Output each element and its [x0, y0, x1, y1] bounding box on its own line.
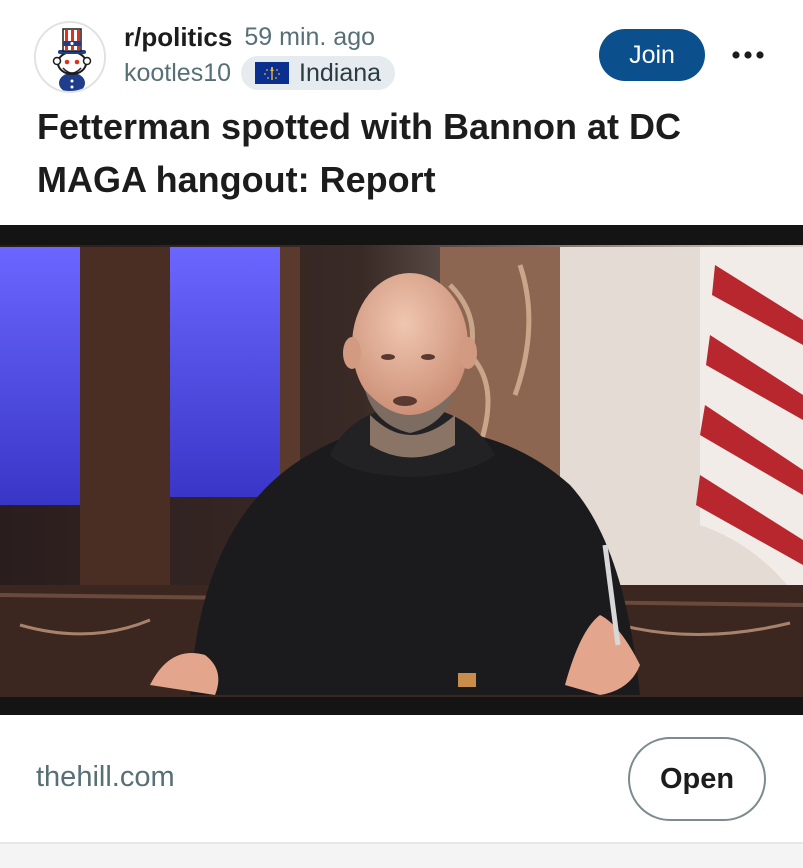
uncle-sam-snoo-icon	[36, 23, 104, 91]
join-button[interactable]: Join	[599, 29, 705, 81]
more-options-icon	[732, 51, 764, 59]
post-header: r/politics 59 min. ago kootles10 Indiana…	[0, 0, 803, 100]
author-line: kootles10 Indiana	[124, 56, 396, 90]
subreddit-avatar[interactable]	[34, 21, 106, 93]
post-title[interactable]: Fetterman spotted with Bannon at DC MAGA…	[37, 100, 757, 206]
post-time: 59 min. ago	[244, 22, 375, 51]
indiana-flag-icon	[255, 62, 290, 84]
post-thumbnail-image[interactable]	[0, 225, 803, 715]
next-post-edge	[0, 844, 803, 868]
more-options-button[interactable]	[725, 38, 771, 72]
subreddit-name[interactable]: r/politics	[124, 22, 232, 53]
open-link-button[interactable]: Open	[628, 737, 766, 821]
link-domain[interactable]: thehill.com	[36, 761, 175, 794]
news-photo	[0, 225, 803, 715]
author-username[interactable]: kootles10	[124, 59, 231, 88]
user-flair: Indiana	[241, 56, 396, 90]
link-preview-row[interactable]: thehill.com Open	[0, 715, 803, 843]
flair-label: Indiana	[299, 58, 382, 87]
subreddit-line: r/politics 59 min. ago	[124, 20, 375, 54]
post-card[interactable]: r/politics 59 min. ago kootles10 Indiana…	[0, 0, 803, 868]
